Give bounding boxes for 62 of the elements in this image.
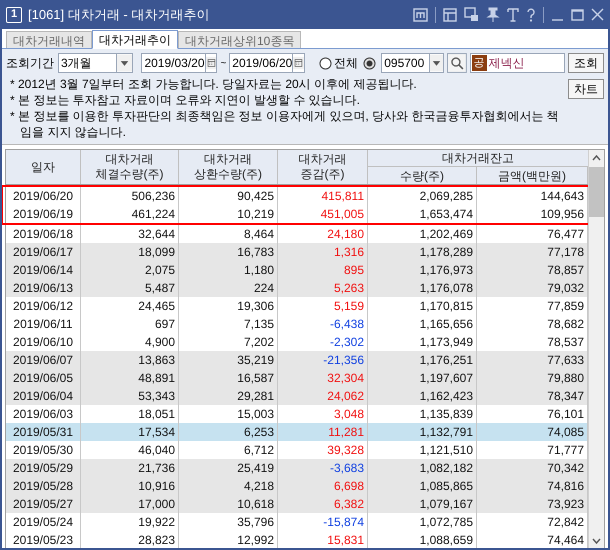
- table-row[interactable]: 2019/05/28 10,916 4,218 6,698 1,085,865 74,816: [6, 477, 588, 495]
- stock-code-field[interactable]: 095700: [381, 53, 444, 73]
- radio-button[interactable]: [363, 56, 376, 70]
- table-cell: 12,992: [179, 531, 278, 548]
- action-button[interactable]: 차트: [568, 79, 604, 99]
- stock-name-field[interactable]: 공 제넥신: [470, 53, 565, 73]
- table-row[interactable]: 2019/06/13 5,487 224 5,263 1,176,078 79,032: [6, 279, 588, 297]
- table-cell: 1,653,474: [368, 205, 477, 223]
- window-number-badge: 1: [6, 6, 22, 22]
- dropdown-arrow-icon[interactable]: [116, 54, 132, 72]
- maximize-icon[interactable]: [571, 8, 584, 22]
- table-cell: 2019/06/19: [6, 205, 81, 223]
- column-header: 대차거래 증감(주): [278, 150, 368, 184]
- date-field[interactable]: 2019/03/20: [141, 53, 218, 73]
- table-row[interactable]: 2019/06/04 53,343 29,281 24,062 1,162,423 78,347: [6, 387, 588, 405]
- date-field[interactable]: 2019/06/20: [229, 53, 306, 73]
- table-row[interactable]: 2019/06/05 48,891 16,587 32,304 1,197,607 79,880: [6, 369, 588, 387]
- table-row[interactable]: 2019/05/27 17,000 10,618 6,382 1,079,167 73,923: [6, 495, 588, 513]
- column-header: 대차거래 상환수량(주): [179, 150, 278, 184]
- scrollbar[interactable]: [588, 150, 604, 548]
- table-cell: 1,088,659: [368, 531, 477, 548]
- market-badge: 공: [472, 55, 487, 71]
- period-label: 조회기간: [6, 55, 54, 72]
- table-cell: 10,219: [179, 205, 278, 223]
- table-cell: 451,005: [278, 205, 368, 223]
- window-title: [1061] 대차거래 - 대차거래추이: [28, 6, 210, 24]
- range-separator: ~: [220, 56, 226, 70]
- table-row[interactable]: 2019/05/31 17,534 6,253 11,281 1,132,791 74,085: [6, 423, 588, 441]
- radio-label: 전체: [334, 55, 358, 72]
- calendar-icon[interactable]: [204, 54, 216, 72]
- table-cell: 15,831: [278, 531, 368, 548]
- table-row[interactable]: 2019/06/17 18,099 16,783 1,316 1,178,289 77,178: [6, 243, 588, 261]
- column-header: 수량(주): [368, 167, 477, 184]
- table-cell: 2019/05/23: [6, 531, 81, 548]
- font-size-icon[interactable]: [507, 8, 519, 22]
- column-header: 대차거래 체결수량(주): [81, 150, 179, 184]
- table-cell: 28,823: [81, 531, 179, 548]
- notice-text: * 본 정보는 투자참고 자료이며 오류와 지연이 발생할 수 있습니다.: [9, 92, 362, 108]
- table-row[interactable]: 2019/05/29 21,736 25,419 -3,683 1,082,182 70,342: [6, 459, 588, 477]
- help-icon[interactable]: [526, 8, 536, 22]
- column-group-header: 대차거래잔고: [368, 150, 588, 167]
- tab[interactable]: 대차거래내역: [6, 31, 92, 48]
- table-row[interactable]: 2019/06/07 13,863 35,219 -21,356 1,176,251 77,633: [6, 351, 588, 369]
- table-cell: 461,224: [81, 205, 179, 223]
- calendar-icon[interactable]: [292, 54, 304, 72]
- stock-name: 제넥신: [488, 55, 525, 72]
- action-button[interactable]: 조회: [568, 53, 604, 73]
- radio-button[interactable]: [319, 56, 332, 70]
- notice-text: * 2012년 3월 7일부터 조회 가능합니다. 당일자료는 20시 이후에 제공됩니다.: [9, 76, 418, 92]
- pin-icon[interactable]: [486, 7, 500, 22]
- close-icon[interactable]: [591, 8, 604, 22]
- dropdown-arrow-icon[interactable]: [428, 54, 443, 72]
- column-header: 일자: [6, 150, 81, 184]
- period-dropdown[interactable]: 3개월: [58, 53, 134, 73]
- search-icon[interactable]: [446, 53, 467, 73]
- window-layout-icon[interactable]: [443, 8, 457, 22]
- notice-text: * 본 정보를 이용한 투자판단의 최종책임은 정보 이용자에게 있으며, 당사와 한국금융투자협회에서는 책임을 지지 않습니다.: [9, 108, 560, 140]
- scrollbar-thumb[interactable]: [589, 167, 604, 217]
- table-row[interactable]: 2019/06/14 2,075 1,180 895 1,176,973 78,857: [6, 261, 588, 279]
- memo-icon[interactable]: [413, 8, 428, 22]
- tab[interactable]: 대차거래상위10종목: [178, 31, 302, 48]
- tab[interactable]: 대차거래추이: [92, 30, 178, 49]
